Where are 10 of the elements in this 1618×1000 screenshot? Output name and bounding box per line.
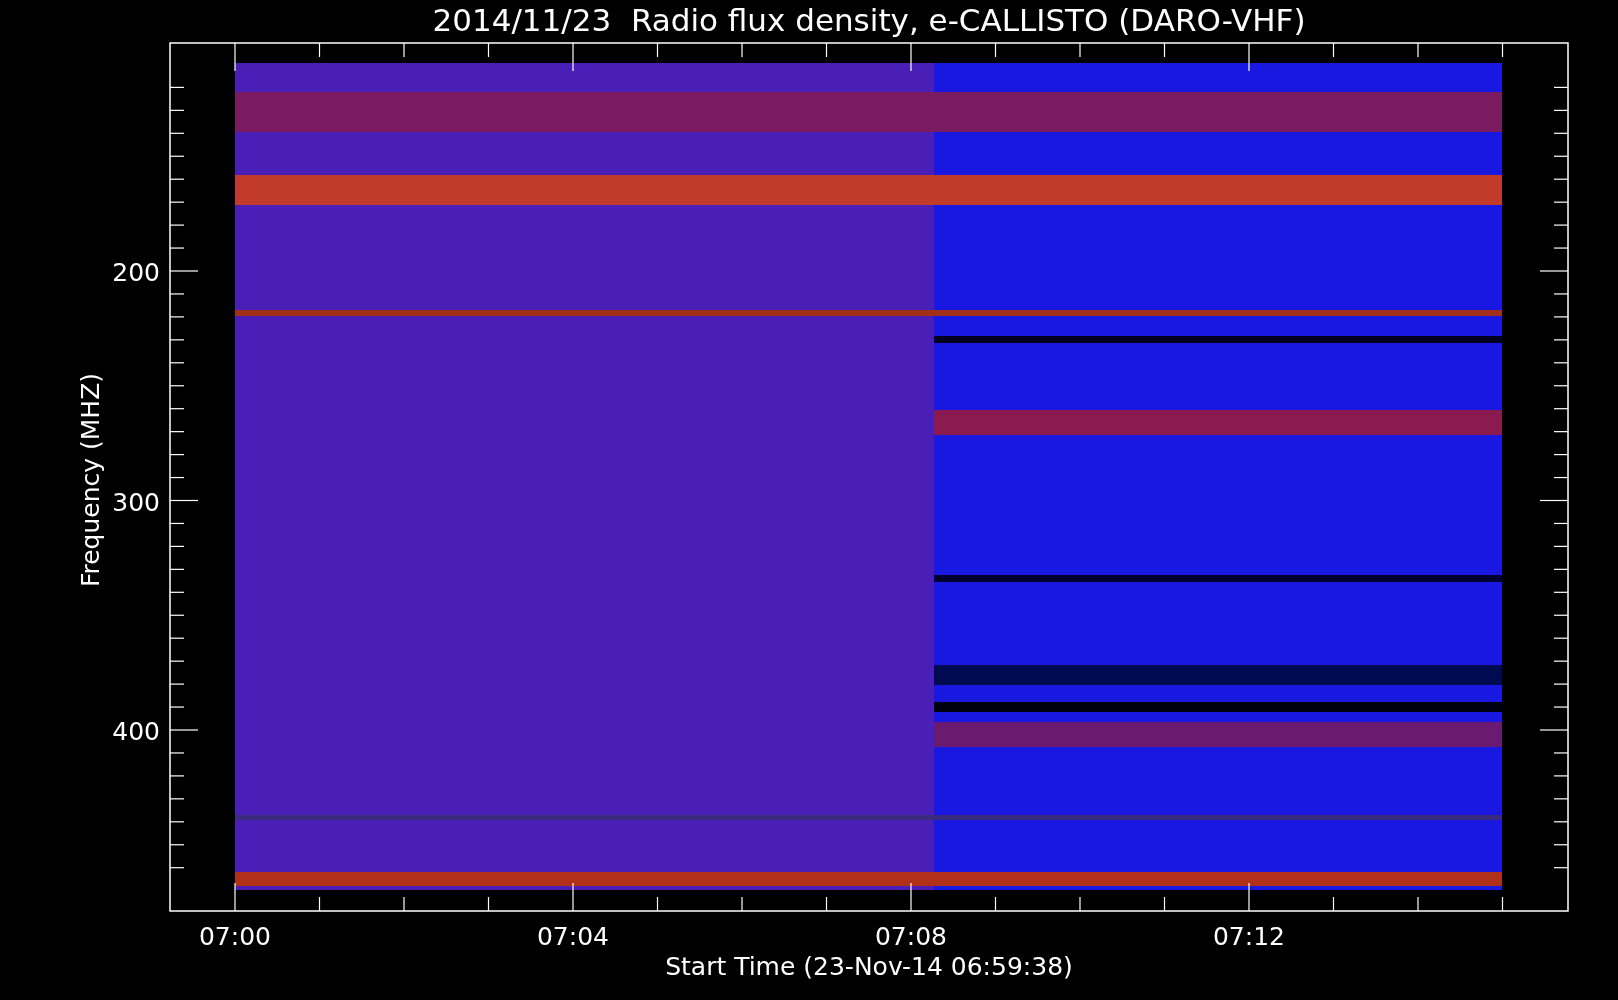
x-tick-label: 07:04 [537, 922, 609, 951]
y-tick-label: 400 [112, 717, 160, 746]
x-axis-label: Start Time (23-Nov-14 06:59:38) [665, 952, 1073, 981]
x-tick-label: 07:12 [1213, 922, 1285, 951]
y-axis-label: Frequency (MHZ) [76, 372, 105, 588]
chart-title: 2014/11/23 Radio flux density, e-CALLISTO (DARO-VHF) [432, 2, 1306, 38]
x-tick-label: 07:08 [875, 922, 947, 951]
y-tick-label: 200 [112, 258, 160, 287]
y-tick-label: 300 [112, 487, 160, 517]
x-tick-label: 07:00 [199, 922, 271, 951]
